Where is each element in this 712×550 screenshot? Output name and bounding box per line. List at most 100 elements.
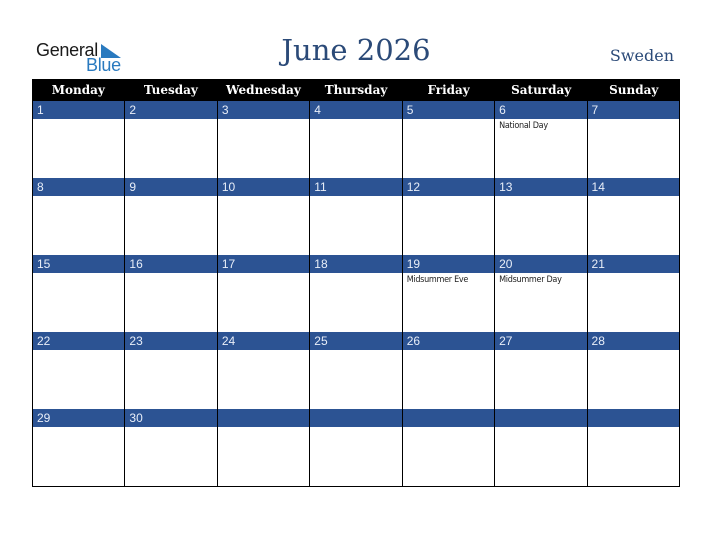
day-cell[interactable]: 8 — [32, 178, 125, 255]
day-cell[interactable]: 30 — [124, 409, 217, 486]
day-cell[interactable]: 19 Midsummer Eve — [401, 255, 495, 332]
day-cell[interactable]: 29 — [32, 409, 125, 486]
day-cell[interactable]: 7 — [586, 101, 680, 178]
country-label: Sweden — [609, 46, 674, 65]
holiday-label — [588, 196, 679, 198]
day-cell[interactable]: 24 — [216, 332, 310, 409]
day-cell[interactable]: 21 — [586, 255, 680, 332]
day-number: 4 — [310, 101, 402, 119]
holiday-label: National Day — [499, 121, 548, 131]
holiday-label — [588, 427, 679, 429]
day-cell[interactable]: 2 — [124, 101, 217, 178]
day-number — [402, 409, 495, 427]
day-cell[interactable]: 16 — [124, 255, 217, 332]
day-number: 27 — [495, 332, 587, 350]
holiday-label — [33, 119, 124, 121]
week-row: 22 23 24 25 26 27 28 — [32, 332, 680, 409]
day-number: 9 — [125, 178, 217, 196]
day-cell[interactable]: 27 — [494, 332, 587, 409]
holiday-label — [33, 196, 124, 198]
day-cell[interactable]: 22 — [32, 332, 125, 409]
day-cell[interactable]: 26 — [401, 332, 495, 409]
day-number: 15 — [33, 255, 125, 273]
day-cell[interactable]: 25 — [309, 332, 402, 409]
day-cell[interactable]: 20 Midsummer Day — [494, 255, 587, 332]
day-number — [587, 409, 679, 427]
day-cell[interactable]: 18 — [309, 255, 402, 332]
day-cell[interactable]: 3 — [216, 101, 310, 178]
day-number: 20 — [495, 255, 587, 273]
day-cell[interactable]: 1 — [32, 101, 125, 178]
day-number: 29 — [33, 409, 125, 427]
day-cell[interactable]: 12 — [401, 178, 495, 255]
day-cell[interactable] — [586, 409, 680, 486]
holiday-label — [310, 427, 401, 429]
day-cell[interactable]: 11 — [309, 178, 402, 255]
holiday-label — [33, 273, 124, 275]
day-cell[interactable]: 9 — [124, 178, 217, 255]
holiday-label — [403, 350, 494, 352]
holiday-label — [310, 350, 401, 352]
week-row: 29 30 — [32, 409, 680, 487]
day-number: 10 — [217, 178, 310, 196]
holiday-label — [218, 196, 309, 198]
holiday-label — [125, 119, 216, 121]
holiday-label — [588, 273, 679, 275]
holiday-label: Midsummer Day — [499, 275, 562, 285]
day-number: 25 — [310, 332, 402, 350]
holiday-label — [495, 196, 586, 198]
day-number: 16 — [125, 255, 217, 273]
day-cell[interactable] — [401, 409, 495, 486]
day-number: 14 — [587, 178, 679, 196]
day-number: 24 — [217, 332, 310, 350]
day-number — [495, 409, 587, 427]
day-cell[interactable]: 4 — [309, 101, 402, 178]
week-row: 8 9 10 11 12 13 14 — [32, 178, 680, 255]
day-number: 28 — [587, 332, 679, 350]
day-cell[interactable]: 23 — [124, 332, 217, 409]
day-number: 22 — [33, 332, 125, 350]
day-number: 23 — [125, 332, 217, 350]
holiday-label — [310, 196, 401, 198]
day-cell[interactable]: 28 — [586, 332, 680, 409]
holiday-label — [403, 427, 494, 429]
day-cell[interactable]: 15 — [32, 255, 125, 332]
holiday-label — [218, 350, 309, 352]
day-cell[interactable] — [494, 409, 587, 486]
holiday-label — [588, 350, 679, 352]
day-cell[interactable]: 17 — [216, 255, 310, 332]
holiday-label — [495, 350, 586, 352]
day-number: 11 — [310, 178, 402, 196]
holiday-label — [310, 119, 401, 121]
day-cell[interactable] — [216, 409, 310, 486]
week-row: 15 16 17 18 19 Midsummer Eve 20 Midsummer Day 21 — [32, 255, 680, 332]
weekday-sunday: Sunday — [609, 83, 659, 97]
day-number — [217, 409, 310, 427]
day-number: 21 — [587, 255, 679, 273]
holiday-label — [125, 350, 216, 352]
holiday-label — [33, 350, 124, 352]
day-cell[interactable] — [309, 409, 402, 486]
day-cell[interactable]: 5 — [401, 101, 495, 178]
holiday-label — [33, 427, 124, 429]
day-cell[interactable]: 13 — [494, 178, 587, 255]
holiday-label — [125, 273, 216, 275]
day-number — [310, 409, 402, 427]
day-number: 19 — [402, 255, 495, 273]
day-number: 8 — [33, 178, 125, 196]
day-number: 5 — [402, 101, 495, 119]
holiday-label — [403, 119, 494, 121]
day-number: 30 — [125, 409, 217, 427]
day-cell[interactable]: 10 — [216, 178, 310, 255]
holiday-label — [495, 427, 586, 429]
day-number: 13 — [495, 178, 587, 196]
day-cell[interactable]: 14 — [586, 178, 680, 255]
weekday-saturday: Saturday — [511, 83, 572, 97]
day-cell[interactable]: 6 National Day — [494, 101, 587, 178]
page-title: June 2026 — [281, 33, 431, 67]
weekday-thursday: Thursday — [324, 83, 388, 97]
holiday-label — [403, 196, 494, 198]
day-number: 17 — [217, 255, 310, 273]
weekday-friday: Friday — [427, 83, 470, 97]
day-number: 6 — [495, 101, 587, 119]
